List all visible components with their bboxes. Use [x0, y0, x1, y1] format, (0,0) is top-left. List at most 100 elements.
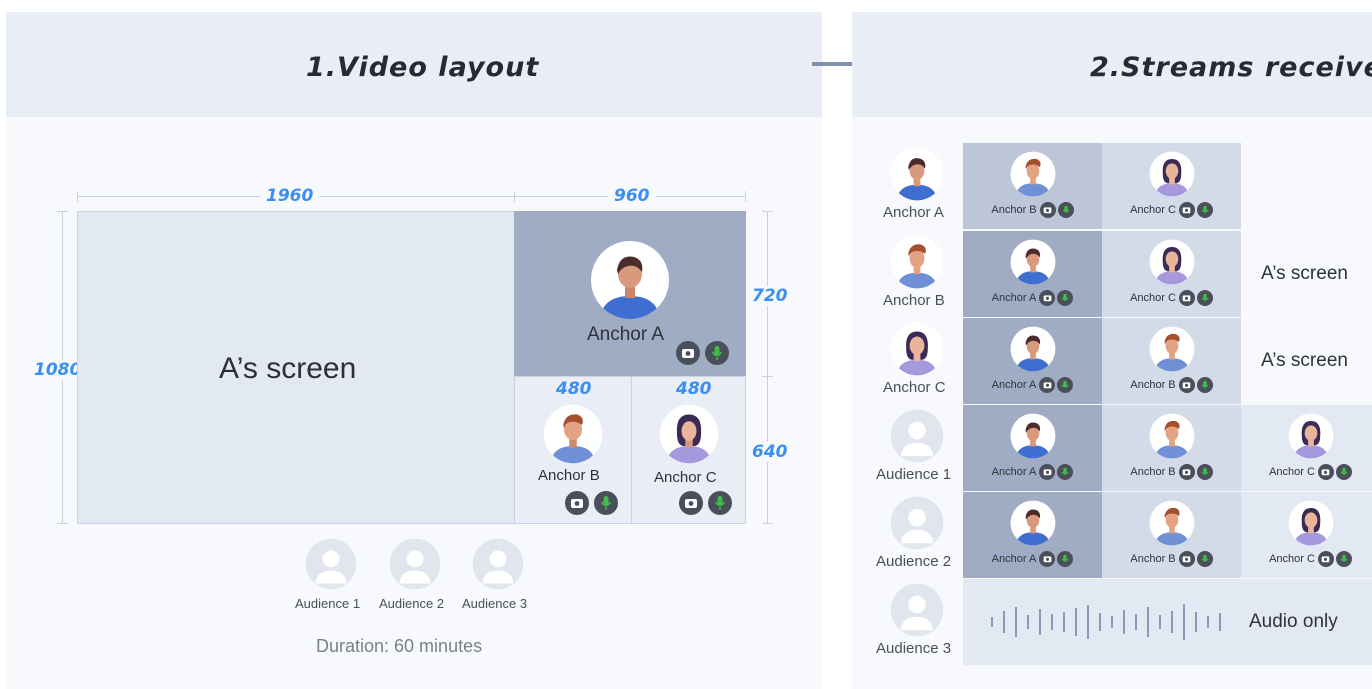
dim-width-main: 1960: [260, 186, 320, 206]
stream-avatar-icon: [1149, 151, 1195, 202]
dim-width-b: 480: [550, 379, 598, 399]
mic-icon[interactable]: [705, 341, 729, 365]
dim-width-c: 480: [670, 379, 718, 399]
mic-icon[interactable]: [1196, 464, 1213, 480]
mic-icon[interactable]: [1335, 551, 1352, 567]
mic-icon[interactable]: [1196, 290, 1213, 306]
stream-avatar-icon: [1010, 326, 1056, 377]
audio-waveform-icon: [991, 604, 1221, 640]
mic-icon[interactable]: [1057, 290, 1074, 306]
camera-icon[interactable]: [1039, 464, 1056, 480]
audience-2-avatar-icon: [389, 538, 441, 590]
mic-icon[interactable]: [1196, 377, 1213, 393]
stream-tile: Anchor B: [1102, 405, 1241, 491]
mic-icon[interactable]: [1196, 551, 1213, 567]
viewer-avatar-icon: [890, 409, 944, 468]
stream-label: Anchor C: [1130, 203, 1176, 216]
stream-tile: Anchor A: [963, 405, 1102, 491]
viewer-label: Audience 3: [876, 640, 952, 657]
camera-icon[interactable]: [1178, 551, 1195, 567]
stream-avatar-icon: [1149, 500, 1195, 551]
mic-icon[interactable]: [594, 491, 618, 515]
audience-1-avatar-icon: [305, 538, 357, 590]
stream-avatar-icon: [1010, 239, 1056, 290]
stream-tile: Anchor C: [1102, 143, 1241, 229]
stream-avatar-icon: [1010, 413, 1056, 464]
audience-2-label: Audience 2: [379, 596, 445, 611]
stream-tile: Anchor C: [1241, 492, 1372, 578]
viewer-label: Anchor A: [883, 204, 944, 221]
mic-icon[interactable]: [1057, 551, 1074, 567]
stream-label: Anchor B: [1130, 465, 1176, 478]
viewer-avatar-icon: [890, 147, 944, 206]
viewer-avatar-icon: [890, 496, 944, 555]
stream-avatar-icon: [1149, 326, 1195, 377]
anchor-a-controls: [676, 341, 729, 365]
mic-icon[interactable]: [708, 491, 732, 515]
viewer-label: Audience 2: [876, 553, 952, 570]
camera-icon[interactable]: [1317, 551, 1334, 567]
screen-share-label: A’s screen: [1261, 263, 1348, 284]
mic-icon[interactable]: [1057, 464, 1074, 480]
anchor-b-label: Anchor B: [538, 467, 600, 484]
stream-label: Anchor B: [991, 203, 1037, 216]
stream-tile: Anchor C: [1102, 231, 1241, 317]
anchor-b-controls: [565, 491, 618, 515]
anchor-c-label: Anchor C: [654, 469, 717, 486]
mic-icon[interactable]: [1057, 377, 1074, 393]
stream-tile: Anchor B: [1102, 318, 1241, 404]
main-screen-label: A’s screen: [219, 352, 357, 385]
dim-width-side: 960: [608, 186, 656, 206]
viewer-avatar-icon: [890, 235, 944, 294]
viewer-label: Audience 1: [876, 466, 952, 483]
camera-icon[interactable]: [679, 491, 703, 515]
camera-icon[interactable]: [1178, 290, 1195, 306]
stream-tile: Anchor C: [1241, 405, 1372, 491]
audience-1-label: Audience 1: [295, 596, 361, 611]
camera-icon[interactable]: [1178, 464, 1195, 480]
stream-label: Anchor A: [991, 552, 1037, 565]
camera-icon[interactable]: [1178, 202, 1195, 218]
camera-icon[interactable]: [1039, 202, 1056, 218]
stream-tile: Anchor A: [963, 492, 1102, 578]
stream-label: Anchor C: [1130, 291, 1176, 304]
stream-label: Anchor B: [1130, 552, 1176, 565]
anchor-b-avatar-icon: [543, 404, 603, 464]
camera-icon[interactable]: [676, 341, 700, 365]
viewer-label: Anchor B: [883, 292, 945, 309]
stream-avatar-icon: [1010, 151, 1056, 202]
stream-label: Anchor B: [1130, 378, 1176, 391]
camera-icon[interactable]: [1039, 290, 1056, 306]
dim-line-right: [767, 211, 768, 523]
screen-share-label: A’s screen: [1261, 350, 1348, 371]
camera-icon[interactable]: [1039, 377, 1056, 393]
stream-label: Anchor A: [991, 291, 1037, 304]
anchor-c-controls: [679, 491, 732, 515]
streams-grid: Anchor A Anchor B Anchor C Anchor B Anch…: [852, 0, 1372, 689]
stream-avatar-icon: [1288, 413, 1334, 464]
mic-icon[interactable]: [1057, 202, 1074, 218]
mic-icon[interactable]: [1196, 202, 1213, 218]
camera-icon[interactable]: [1039, 551, 1056, 567]
dim-height-top: 720: [750, 286, 790, 306]
dim-height-bottom: 640: [750, 442, 790, 462]
camera-icon[interactable]: [565, 491, 589, 515]
anchor-a-avatar-icon: [591, 241, 669, 319]
stream-tile: Anchor B: [1102, 492, 1241, 578]
stream-tile: Anchor B: [963, 143, 1102, 229]
audience-3-avatar-icon: [472, 538, 524, 590]
stream-label: Anchor C: [1269, 552, 1315, 565]
viewer-avatar-icon: [890, 583, 944, 642]
dim-height-total: 1080: [32, 360, 84, 380]
stream-avatar-icon: [1149, 239, 1195, 290]
stream-label: Anchor C: [1269, 465, 1315, 478]
mic-icon[interactable]: [1335, 464, 1352, 480]
stream-label: Anchor A: [991, 378, 1037, 391]
stream-tile: Anchor A: [963, 231, 1102, 317]
stream-label: Anchor A: [991, 465, 1037, 478]
camera-icon[interactable]: [1178, 377, 1195, 393]
stream-tile: Anchor A: [963, 318, 1102, 404]
anchor-a-label: Anchor A: [587, 324, 665, 345]
anchor-c-avatar-icon: [659, 404, 719, 464]
camera-icon[interactable]: [1317, 464, 1334, 480]
